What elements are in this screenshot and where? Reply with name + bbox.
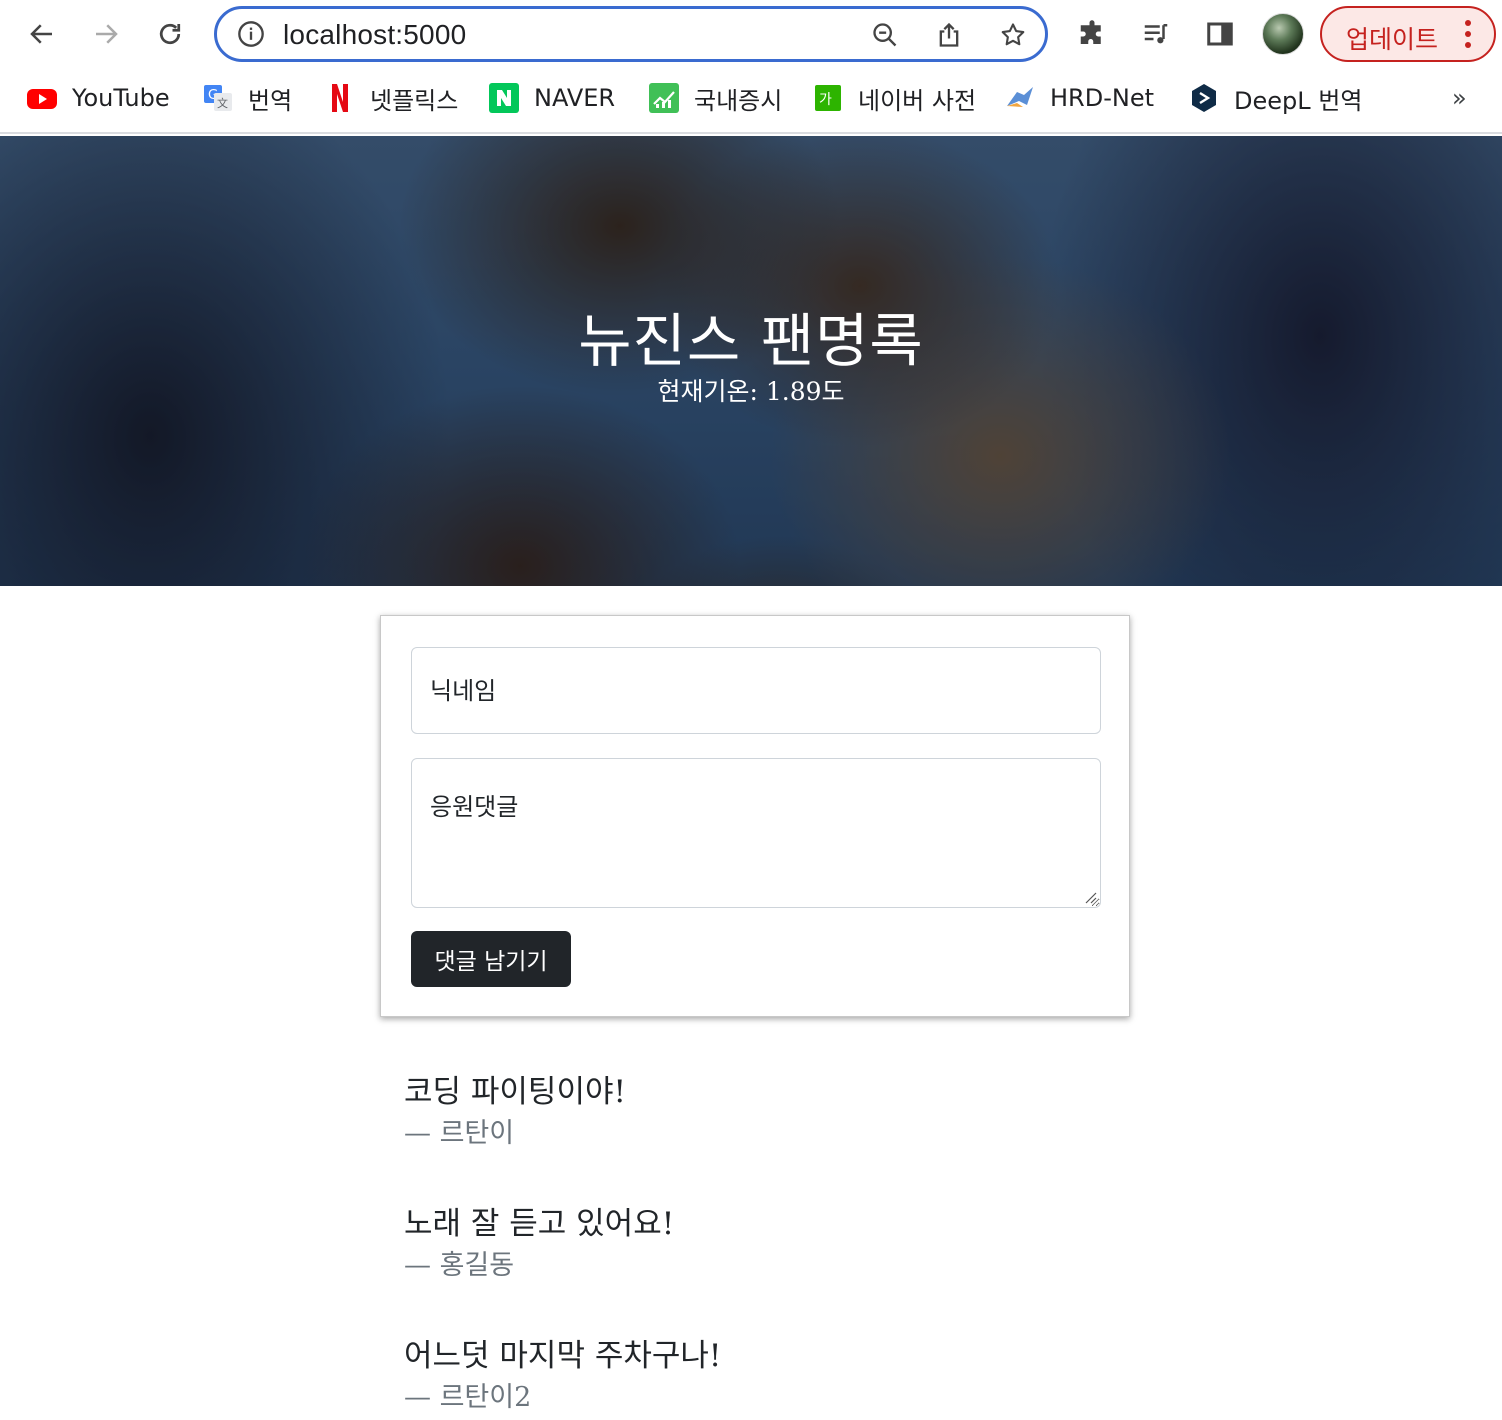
svg-text:가: 가 xyxy=(819,92,832,108)
extensions-button[interactable] xyxy=(1074,16,1110,52)
profile-avatar[interactable] xyxy=(1262,13,1304,55)
bookmark-naver[interactable]: NAVER xyxy=(488,80,615,116)
share-button[interactable] xyxy=(933,19,965,51)
comment-form-card: 댓글 남기기 xyxy=(380,615,1130,1017)
comment-author: — 르탄이2 xyxy=(404,1382,532,1413)
arrow-right-icon xyxy=(96,24,118,44)
update-button[interactable]: 업데이트 xyxy=(1320,6,1496,62)
menu-dots-icon xyxy=(1462,20,1474,50)
weather-text: 현재기온: 1.89도 xyxy=(657,377,845,406)
info-icon[interactable] xyxy=(237,20,265,48)
back-button[interactable] xyxy=(22,14,62,54)
arrow-left-icon xyxy=(30,24,52,44)
zoom-button[interactable] xyxy=(869,19,901,51)
bookmark-label: DeepL 번역 xyxy=(1234,86,1363,115)
bookmark-label: YouTube xyxy=(72,84,170,112)
bookmark-stock[interactable]: 국내증시 xyxy=(648,80,782,116)
submit-comment-button[interactable]: 댓글 남기기 xyxy=(411,931,571,987)
media-control-button[interactable] xyxy=(1138,16,1174,52)
bookmark-label: 국내증시 xyxy=(694,86,783,115)
comment-item: 코딩 파이팅이야! — 르탄이 xyxy=(404,1072,1104,1204)
comment-author: — 홍길동 xyxy=(404,1250,515,1281)
comment-textarea[interactable] xyxy=(411,758,1101,908)
bookmark-translate[interactable]: G文 번역 xyxy=(202,80,292,116)
hero-banner: 뉴진스 팬명록 현재기온: 1.89도 xyxy=(0,136,1502,586)
more-bookmarks-button[interactable]: » xyxy=(1452,84,1482,114)
bookmark-deepl[interactable]: DeepL 번역 xyxy=(1188,80,1362,116)
star-icon xyxy=(1001,23,1025,46)
bookmark-label: 넷플릭스 xyxy=(370,86,459,115)
naver-icon xyxy=(488,82,520,114)
bookmark-dictionary[interactable]: 가 네이버 사전 xyxy=(812,80,976,116)
nickname-input[interactable] xyxy=(411,647,1101,734)
reload-button[interactable] xyxy=(150,14,190,54)
comment-text: 코딩 파이팅이야! xyxy=(404,1074,626,1110)
playlist-icon xyxy=(1144,24,1168,44)
bookmark-label: 번역 xyxy=(248,86,293,115)
comment-text: 어느덧 마지막 주차구나! xyxy=(404,1338,722,1374)
bookmark-label: HRD-Net xyxy=(1050,84,1154,112)
forward-button[interactable] xyxy=(86,14,126,54)
reload-icon xyxy=(159,23,181,45)
comment-author: — 르탄이 xyxy=(404,1118,515,1149)
puzzle-icon xyxy=(1080,20,1101,44)
side-panel-button[interactable] xyxy=(1202,16,1238,52)
bookmark-netflix[interactable]: 넷플릭스 xyxy=(324,80,458,116)
bookmark-youtube[interactable]: YouTube xyxy=(26,80,170,116)
browser-toolbar: localhost:5000 업데이트 xyxy=(0,0,1502,68)
stock-icon xyxy=(648,82,680,114)
share-icon xyxy=(939,22,959,47)
comment-text: 노래 잘 듣고 있어요! xyxy=(404,1206,675,1242)
hrdnet-icon xyxy=(1004,82,1036,114)
comment-item: 어느덧 마지막 주차구나! — 르탄이2 xyxy=(404,1336,1104,1420)
bookmark-star-button[interactable] xyxy=(997,19,1029,51)
netflix-icon xyxy=(324,82,356,114)
bookmark-label: NAVER xyxy=(534,84,616,112)
comment-list: 코딩 파이팅이야! — 르탄이 노래 잘 듣고 있어요! — 홍길동 어느덧 마… xyxy=(404,1072,1104,1420)
deepl-icon xyxy=(1188,82,1220,114)
bookmarks-bar: YouTube G文 번역 넷플릭스 NAVER 국내증시 가 네이버 사전 H… xyxy=(0,68,1502,134)
zoom-out-icon xyxy=(873,23,897,47)
comment-item: 노래 잘 듣고 있어요! — 홍길동 xyxy=(404,1204,1104,1336)
bookmark-label: 네이버 사전 xyxy=(858,86,977,115)
svg-text:文: 文 xyxy=(217,96,228,110)
youtube-icon xyxy=(26,82,58,114)
side-panel-icon xyxy=(1207,22,1233,46)
page-title: 뉴진스 팬명록 xyxy=(578,307,924,375)
update-label: 업데이트 xyxy=(1346,25,1439,54)
bookmark-hrdnet[interactable]: HRD-Net xyxy=(1004,80,1154,116)
url-text[interactable]: localhost:5000 xyxy=(283,19,466,51)
dictionary-icon: 가 xyxy=(812,82,844,114)
translate-icon: G文 xyxy=(202,82,234,114)
address-bar[interactable]: localhost:5000 xyxy=(214,6,1048,62)
